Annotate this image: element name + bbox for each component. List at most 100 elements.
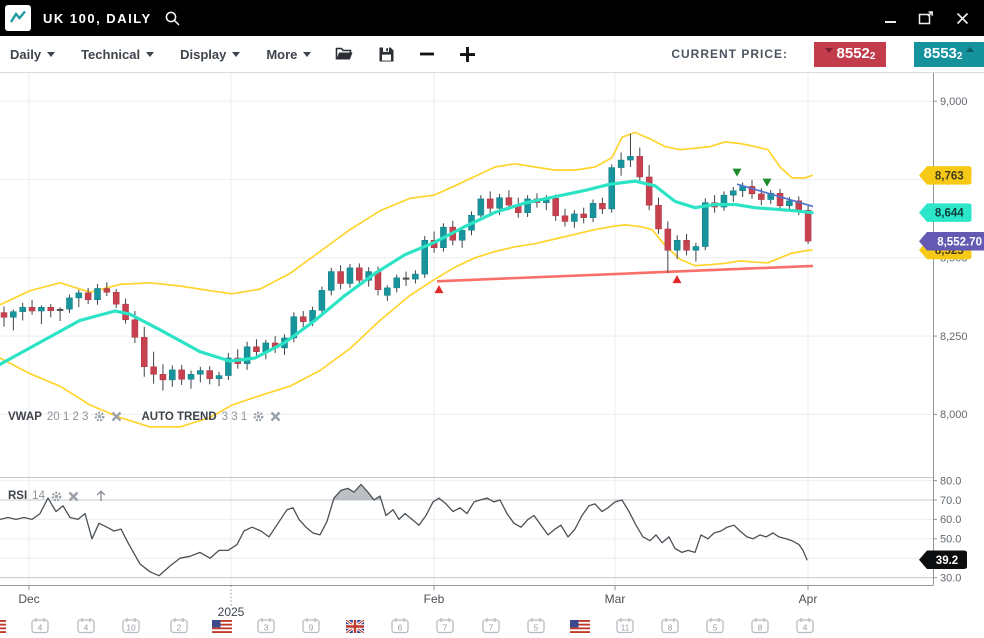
search-icon[interactable] <box>164 10 181 27</box>
axis-labels: 9,0008,7508,5008,2508,00080.070.060.050.… <box>18 96 967 619</box>
buy-price-decimal: 2 <box>957 51 963 62</box>
sell-price-main: 8552 <box>837 44 870 64</box>
main-pane <box>0 133 813 427</box>
menu-technical[interactable]: Technical <box>81 47 154 62</box>
svg-text:70.0: 70.0 <box>940 495 961 507</box>
svg-text:2025: 2025 <box>218 605 245 619</box>
calendar-event-icon[interactable]: 7 <box>437 618 453 633</box>
grid-layer <box>0 73 937 585</box>
svg-text:50.0: 50.0 <box>940 534 961 546</box>
svg-text:4: 4 <box>803 623 808 633</box>
calendar-event-icon[interactable]: 8 <box>752 618 768 633</box>
svg-text:Feb: Feb <box>424 592 445 606</box>
calendar-event-icon[interactable]: 8 <box>662 618 678 633</box>
vwap-settings-icon[interactable] <box>93 410 106 423</box>
us-flag-icon[interactable] <box>0 620 6 633</box>
svg-text:8,250: 8,250 <box>940 331 968 343</box>
svg-text:8,644: 8,644 <box>935 208 964 220</box>
svg-text:5: 5 <box>713 623 718 633</box>
chevron-down-icon <box>232 52 240 57</box>
calendar-event-icon[interactable]: 4 <box>797 618 813 633</box>
title-bar: UK 100, DAILY <box>0 0 984 36</box>
event-icons-row: 4 4 10 2 3 9 6 7 7 5 11 8 5 8 4 <box>0 618 813 633</box>
vwap-remove-icon[interactable] <box>111 411 122 422</box>
menu-display[interactable]: Display <box>180 47 240 62</box>
uk-flag-icon[interactable] <box>346 620 364 633</box>
us-flag-icon[interactable] <box>212 620 232 633</box>
rsi-remove-icon[interactable] <box>68 491 79 502</box>
calendar-event-icon[interactable]: 5 <box>707 618 723 633</box>
calendar-event-icon[interactable]: 7 <box>483 618 499 633</box>
svg-text:8,552.70: 8,552.70 <box>937 236 982 248</box>
price-down-arrow-icon <box>825 48 833 53</box>
price-chart-svg[interactable]: 9,0008,7508,5008,2508,00080.070.060.050.… <box>0 73 984 638</box>
svg-text:7: 7 <box>489 623 494 633</box>
calendar-event-icon[interactable]: 5 <box>528 618 544 633</box>
svg-text:8,763: 8,763 <box>935 170 964 182</box>
calendar-event-icon[interactable]: 6 <box>392 618 408 633</box>
chevron-down-icon <box>146 52 154 57</box>
menu-more[interactable]: More <box>266 47 311 62</box>
minimize-button[interactable] <box>882 10 898 26</box>
buy-price-main: 8553 <box>924 44 957 64</box>
svg-text:6: 6 <box>398 623 403 633</box>
autotrend-remove-icon[interactable] <box>270 411 281 422</box>
svg-text:5: 5 <box>534 623 539 633</box>
price-badge: 8,552.70 <box>919 232 984 251</box>
svg-text:2: 2 <box>177 623 182 633</box>
chevron-down-icon <box>47 52 55 57</box>
sell-price-button[interactable]: 8552 2 <box>814 42 886 67</box>
svg-text:4: 4 <box>38 623 43 633</box>
autotrend-settings-icon[interactable] <box>252 410 265 423</box>
rsi-move-up-icon[interactable] <box>94 489 108 503</box>
svg-text:30.0: 30.0 <box>940 572 961 584</box>
app-logo-icon <box>5 5 31 31</box>
open-folder-icon[interactable] <box>335 46 354 62</box>
rsi-params: 14 <box>32 490 45 502</box>
svg-text:Mar: Mar <box>605 592 626 606</box>
buy-price-button[interactable]: 8553 2 <box>914 42 984 67</box>
calendar-event-icon[interactable]: 10 <box>123 618 139 633</box>
popout-button[interactable] <box>918 10 934 26</box>
svg-text:7: 7 <box>443 623 448 633</box>
chart-window: UK 100, DAILY <box>0 0 984 638</box>
price-badge: 8,763 <box>919 166 972 185</box>
zoom-out-icon[interactable] <box>419 46 435 62</box>
calendar-event-icon[interactable]: 4 <box>78 618 94 633</box>
zoom-in-icon[interactable] <box>459 46 476 63</box>
vwap-indicator-label: VWAP 20 1 2 3 <box>8 410 122 423</box>
autotrend-indicator-label: AUTO TREND 3 3 1 <box>141 410 281 423</box>
sell-price-decimal: 2 <box>870 51 876 62</box>
price-badge: 39.2 <box>919 551 967 570</box>
svg-text:9: 9 <box>309 623 314 633</box>
calendar-event-icon[interactable]: 9 <box>303 618 319 633</box>
rsi-pane <box>0 481 933 578</box>
svg-text:Apr: Apr <box>799 592 818 606</box>
vwap-params: 20 1 2 3 <box>47 411 89 423</box>
menu-timeframe[interactable]: Daily <box>10 47 55 62</box>
candles-layer <box>1 134 811 391</box>
svg-text:4: 4 <box>84 623 89 633</box>
rsi-name: RSI <box>8 490 27 502</box>
svg-text:10: 10 <box>126 623 136 633</box>
price-up-arrow-icon <box>966 47 974 52</box>
menu-display-label: Display <box>180 47 226 62</box>
svg-text:39.2: 39.2 <box>936 555 958 567</box>
svg-text:3: 3 <box>264 623 269 633</box>
close-icon[interactable] <box>954 10 970 26</box>
menu-timeframe-label: Daily <box>10 47 41 62</box>
indicator-labels-row: VWAP 20 1 2 3 AUTO TREND 3 3 1 <box>8 410 281 423</box>
save-icon[interactable] <box>378 46 395 63</box>
calendar-event-icon[interactable]: 4 <box>32 618 48 633</box>
calendar-event-icon[interactable]: 11 <box>617 618 633 633</box>
symbol-title: UK 100, DAILY <box>43 11 152 26</box>
chevron-down-icon <box>303 52 311 57</box>
calendar-event-icon[interactable]: 3 <box>258 618 274 633</box>
calendar-event-icon[interactable]: 2 <box>171 618 187 633</box>
svg-text:11: 11 <box>621 623 630 633</box>
autotrend-name: AUTO TREND <box>141 411 216 423</box>
svg-text:8: 8 <box>758 623 763 633</box>
current-price-label: CURRENT PRICE: <box>671 47 788 61</box>
rsi-settings-icon[interactable] <box>50 490 63 503</box>
us-flag-icon[interactable] <box>570 620 590 633</box>
